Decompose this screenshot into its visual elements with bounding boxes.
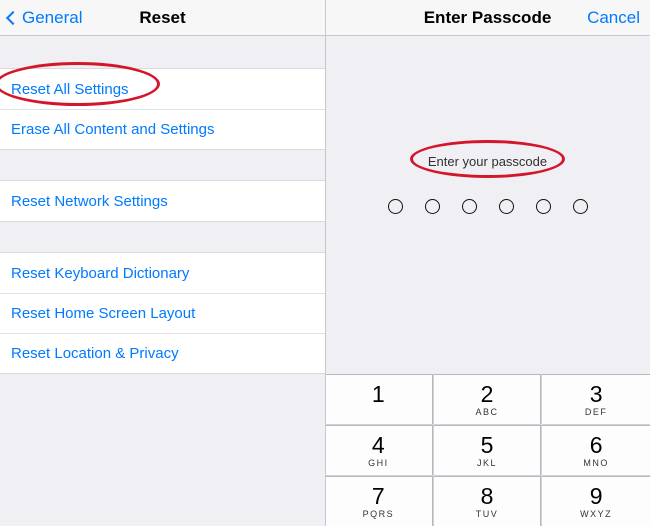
pane-divider <box>325 0 326 526</box>
key-letters: GHI <box>368 458 389 468</box>
right-navbar: Enter Passcode Cancel <box>325 0 650 36</box>
key-digit: 3 <box>590 383 603 406</box>
row-label: Reset Location & Privacy <box>11 345 179 362</box>
passcode-dot <box>425 199 440 214</box>
right-title: Enter Passcode <box>424 8 552 28</box>
passcode-dot <box>462 199 477 214</box>
keypad-key-9[interactable]: 9 WXYZ <box>542 476 650 526</box>
reset-location-row[interactable]: Reset Location & Privacy <box>0 333 325 373</box>
reset-group-3: Reset Keyboard Dictionary Reset Home Scr… <box>0 252 325 374</box>
keypad-key-6[interactable]: 6 MNO <box>542 425 650 475</box>
row-label: Reset Keyboard Dictionary <box>11 265 189 282</box>
keypad-key-3[interactable]: 3 DEF <box>542 374 650 424</box>
key-digit: 4 <box>372 434 385 457</box>
cancel-label: Cancel <box>587 8 640 28</box>
passcode-dot <box>499 199 514 214</box>
key-digit: 6 <box>590 434 603 457</box>
reset-group-2: Reset Network Settings <box>0 180 325 222</box>
reset-homescreen-row[interactable]: Reset Home Screen Layout <box>0 293 325 333</box>
key-digit: 8 <box>481 485 494 508</box>
back-label: General <box>22 8 82 28</box>
key-letters: JKL <box>477 458 497 468</box>
reset-keyboard-row[interactable]: Reset Keyboard Dictionary <box>0 253 325 293</box>
key-letters: DEF <box>585 407 608 417</box>
passcode-prompt: Enter your passcode <box>428 154 547 169</box>
key-digit: 7 <box>372 485 385 508</box>
key-letters: PQRS <box>363 509 395 519</box>
key-letters: MNO <box>583 458 609 468</box>
key-digit: 2 <box>481 383 494 406</box>
keypad-key-7[interactable]: 7 PQRS <box>325 476 433 526</box>
keypad-key-8[interactable]: 8 TUV <box>434 476 542 526</box>
row-label: Erase All Content and Settings <box>11 121 214 138</box>
cancel-button[interactable]: Cancel <box>587 0 640 36</box>
erase-all-content-row[interactable]: Erase All Content and Settings <box>0 109 325 149</box>
key-digit: 9 <box>590 485 603 508</box>
numeric-keypad: 1 2 ABC 3 DEF 4 GHI 5 JKL 6 MNO <box>325 374 650 526</box>
passcode-dot <box>536 199 551 214</box>
row-label: Reset All Settings <box>11 81 129 98</box>
passcode-dots <box>388 199 588 214</box>
enter-passcode-pane: Enter Passcode Cancel Enter your passcod… <box>325 0 650 526</box>
reset-group-1: Reset All Settings Erase All Content and… <box>0 68 325 150</box>
passcode-dot <box>573 199 588 214</box>
left-title: Reset <box>139 8 185 28</box>
passcode-area: Enter your passcode <box>325 36 650 374</box>
key-letters: ABC <box>475 407 498 417</box>
keypad-key-2[interactable]: 2 ABC <box>434 374 542 424</box>
key-digit: 1 <box>372 383 385 406</box>
key-letters: TUV <box>476 509 499 519</box>
key-digit: 5 <box>481 434 494 457</box>
chevron-left-icon <box>6 11 20 25</box>
row-label: Reset Home Screen Layout <box>11 305 195 322</box>
keypad-key-1[interactable]: 1 <box>325 374 433 424</box>
row-label: Reset Network Settings <box>11 193 168 210</box>
key-letters: WXYZ <box>580 509 612 519</box>
left-navbar: General Reset <box>0 0 325 36</box>
keypad-key-4[interactable]: 4 GHI <box>325 425 433 475</box>
keypad-key-5[interactable]: 5 JKL <box>434 425 542 475</box>
settings-reset-pane: General Reset Reset All Settings Erase A… <box>0 0 325 526</box>
back-button[interactable]: General <box>6 0 82 36</box>
passcode-dot <box>388 199 403 214</box>
reset-all-settings-row[interactable]: Reset All Settings <box>0 69 325 109</box>
reset-network-row[interactable]: Reset Network Settings <box>0 181 325 221</box>
